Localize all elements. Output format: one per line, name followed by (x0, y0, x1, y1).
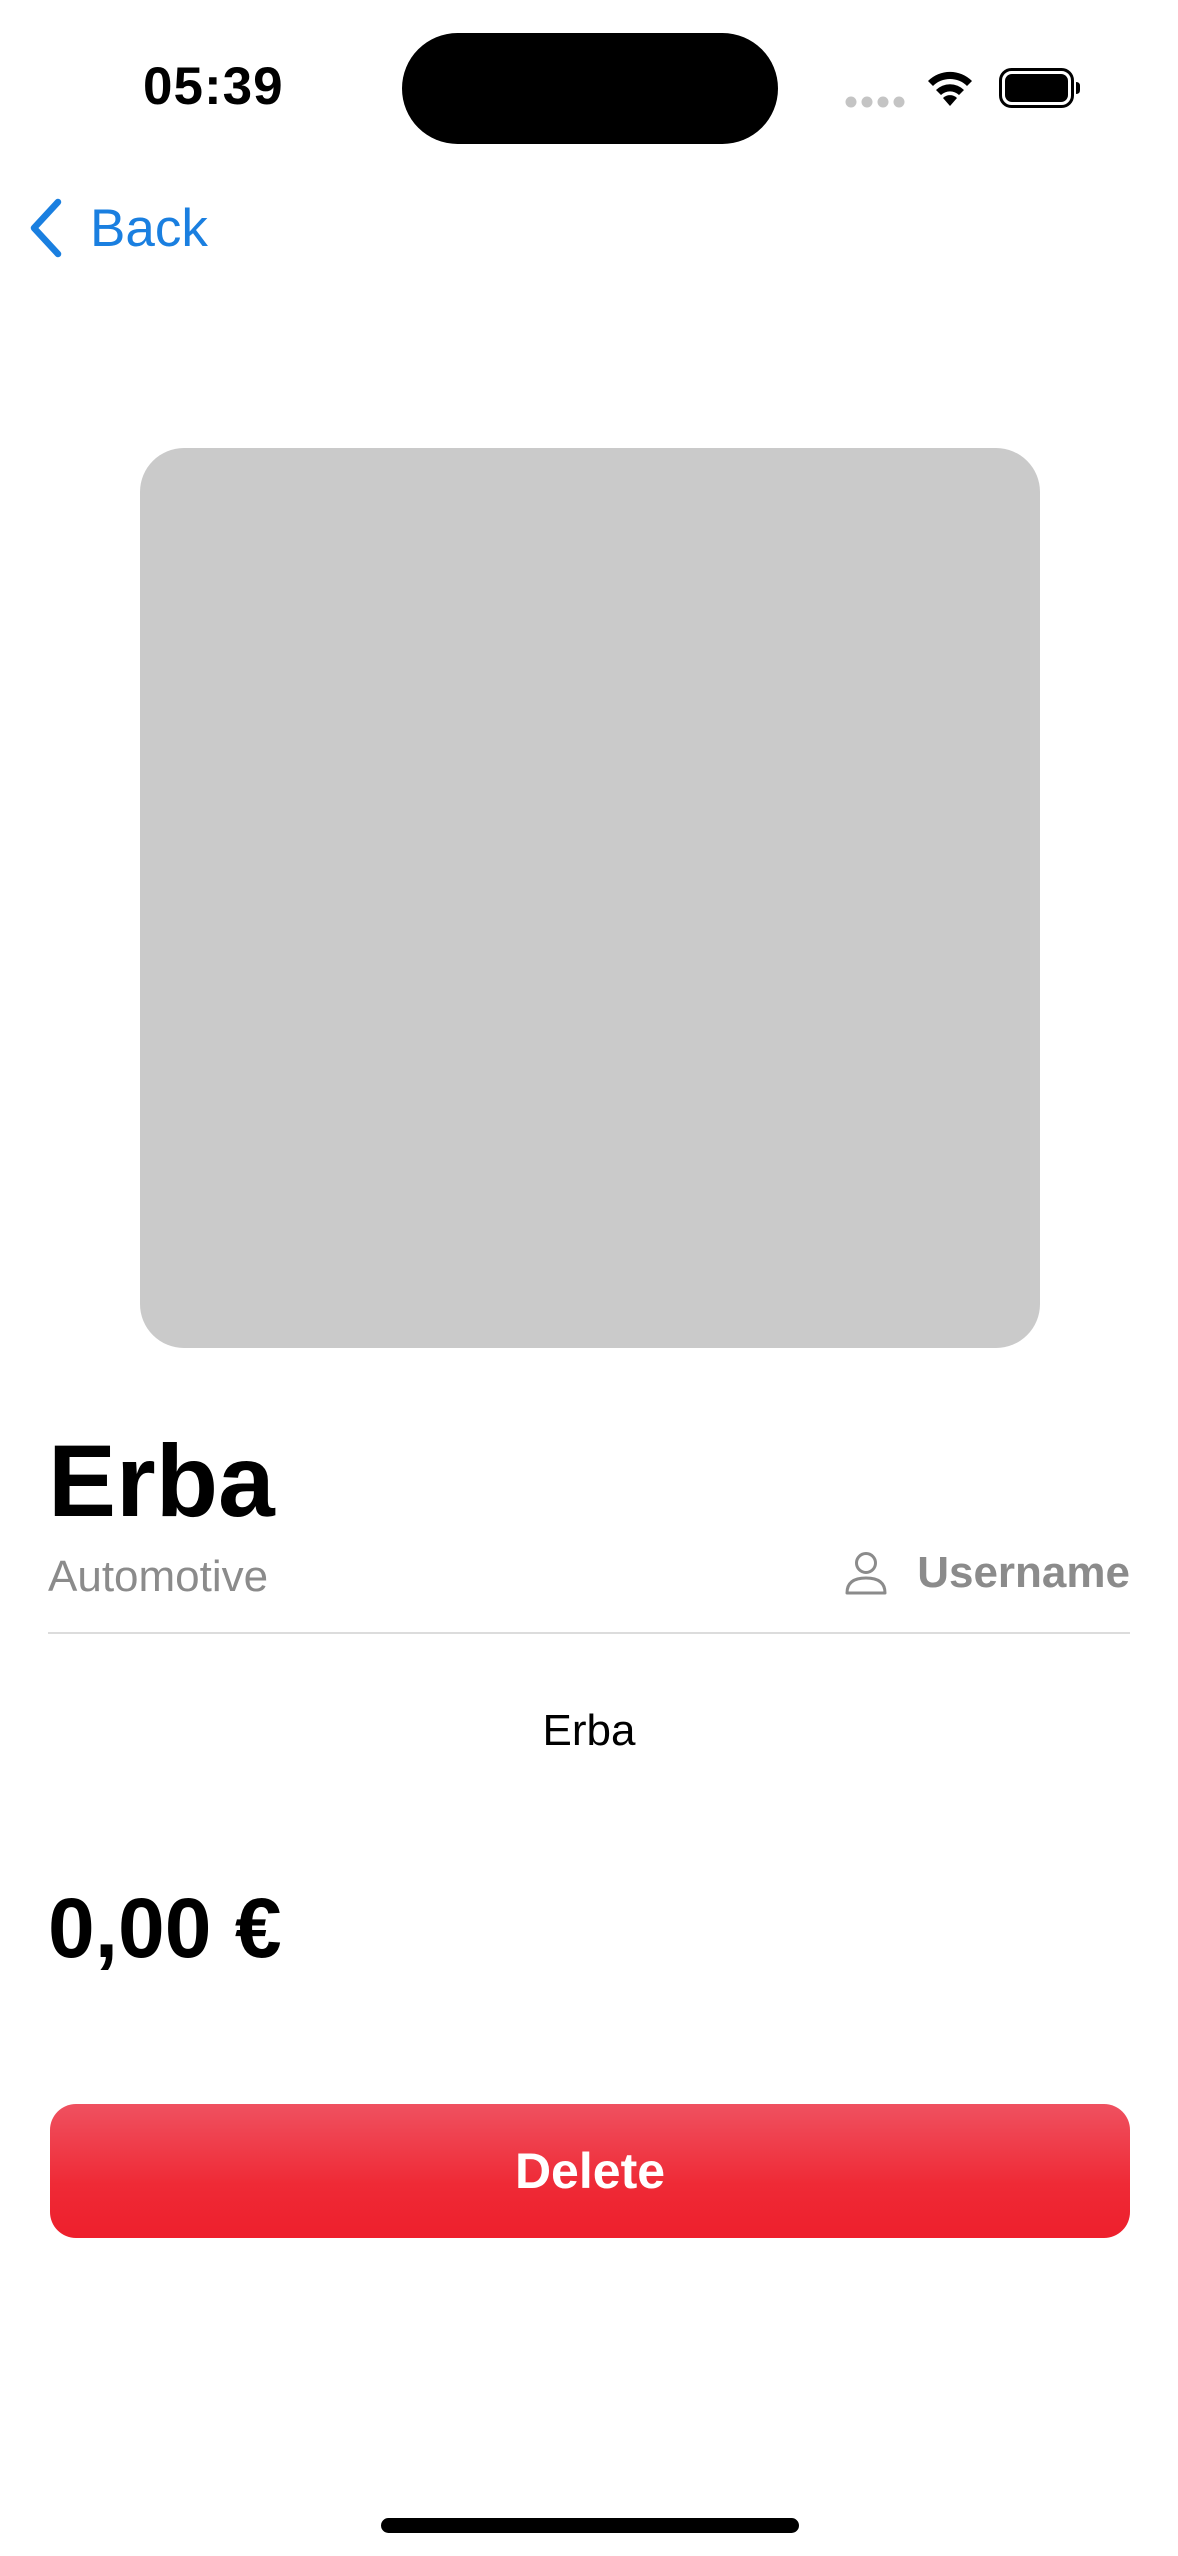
delete-button[interactable]: Delete (50, 2104, 1130, 2238)
divider (48, 1632, 1130, 1634)
status-time: 05:39 (143, 57, 284, 116)
home-indicator[interactable] (381, 2518, 799, 2533)
product-image (140, 448, 1040, 1348)
wifi-icon (928, 71, 972, 106)
back-button-label: Back (90, 198, 208, 258)
dynamic-island (402, 33, 778, 144)
product-title: Erba (48, 1424, 275, 1538)
status-bar: 05:39 (0, 0, 1178, 180)
seller-username: Username (917, 1548, 1130, 1597)
product-price: 0,00 € (48, 1881, 282, 1975)
person-icon (845, 1552, 887, 1595)
seller-info: Username (843, 1548, 1130, 1598)
product-description: Erba (542, 1706, 636, 1755)
chevron-left-icon (30, 198, 62, 258)
back-button[interactable]: Back (26, 190, 208, 266)
product-category: Automotive (48, 1552, 269, 1601)
signal-dots-icon (845, 96, 905, 108)
battery-icon (999, 68, 1080, 108)
